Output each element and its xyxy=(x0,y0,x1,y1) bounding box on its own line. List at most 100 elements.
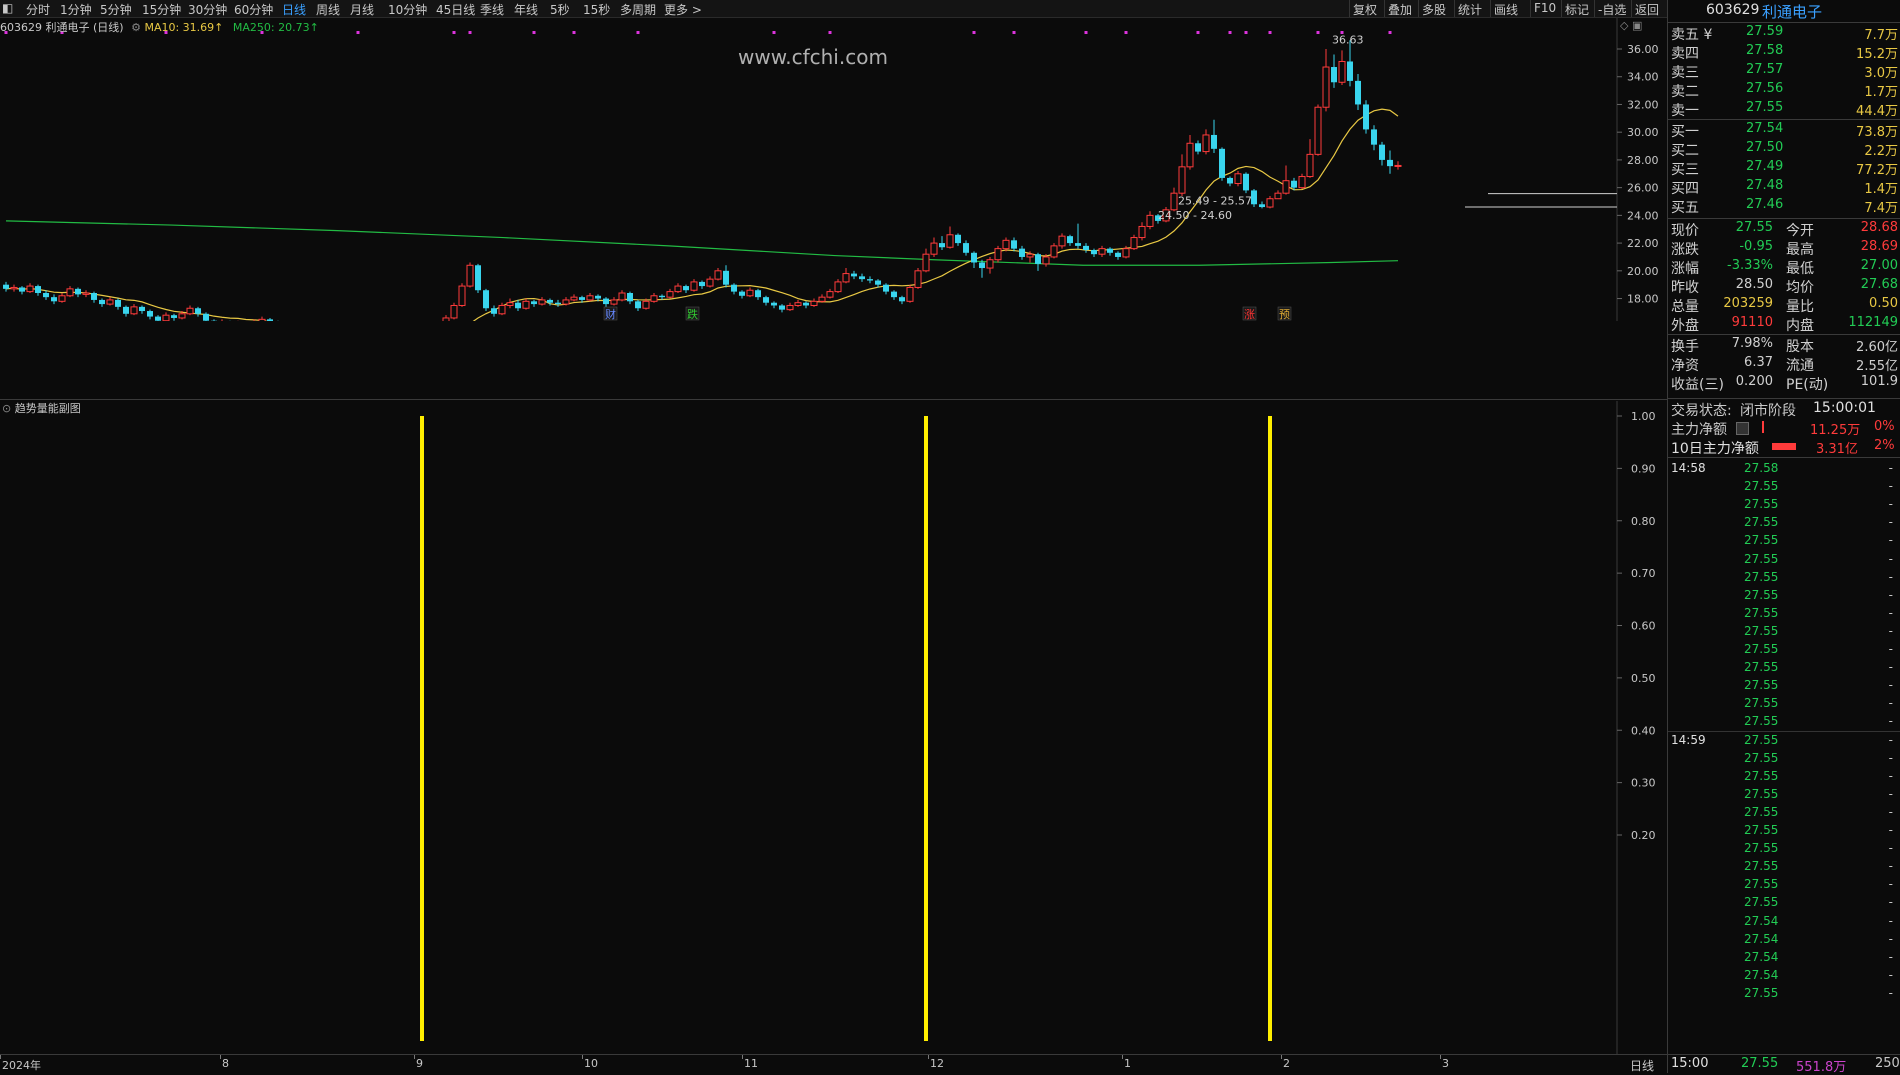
stat-value: 27.55 xyxy=(1736,220,1773,235)
tick-price: 27.55 xyxy=(1744,624,1778,638)
candle-down xyxy=(1115,253,1121,257)
tick-price: 27.54 xyxy=(1744,914,1778,928)
ask-row[interactable]: 卖五 ¥27.597.7万 xyxy=(1668,24,1900,42)
event-marker[interactable]: 预 xyxy=(1278,307,1291,321)
period-tab[interactable]: 45日线 xyxy=(436,1,475,18)
candle-up xyxy=(1027,254,1033,257)
candle-down xyxy=(683,286,689,290)
period-tab[interactable]: 多周期 xyxy=(620,1,656,18)
tick-price: 27.55 xyxy=(1744,769,1778,783)
tick-vol: - xyxy=(1889,841,1893,855)
ask-row[interactable]: 卖一27.5544.4万 xyxy=(1668,100,1900,118)
tick-price: 27.55 xyxy=(1744,606,1778,620)
book-volume: 15.2万 xyxy=(1856,43,1898,62)
tick-price: 27.54 xyxy=(1744,932,1778,946)
period-tab[interactable]: 分时 xyxy=(26,1,50,18)
signal-dot xyxy=(1013,31,1016,34)
signal-dot xyxy=(1389,31,1392,34)
candle-down xyxy=(659,296,665,297)
candle-down xyxy=(1067,236,1073,243)
tick-row: 27.55- xyxy=(1668,750,1900,768)
quote-header: 603629 利通电子 xyxy=(1668,0,1900,23)
candle-down xyxy=(867,279,873,280)
bid-row[interactable]: 买五27.467.4万 xyxy=(1668,197,1900,215)
volume-subchart: 1.000.900.800.700.600.500.400.300.20 xyxy=(0,401,1667,1054)
period-tab[interactable]: 周线 xyxy=(316,1,340,18)
toolbar-button[interactable]: 叠加 xyxy=(1388,1,1412,18)
signal-bar xyxy=(420,416,424,1041)
toolbar-button[interactable]: F10 xyxy=(1534,1,1556,15)
chart-corner-icons[interactable]: ◇ ▣ xyxy=(1620,19,1642,32)
candle-down xyxy=(171,315,177,318)
event-marker[interactable]: 财 xyxy=(604,307,617,321)
candle-up xyxy=(11,287,17,288)
settings-icon[interactable]: ⚙ xyxy=(131,21,141,34)
period-tab[interactable]: 5秒 xyxy=(550,1,570,18)
period-tab[interactable]: 月线 xyxy=(350,1,374,18)
bid-row[interactable]: 买一27.5473.8万 xyxy=(1668,121,1900,139)
period-label: 日线 xyxy=(1630,1057,1654,1074)
last-tick-price: 27.55 xyxy=(1741,1056,1778,1071)
candle-up xyxy=(675,286,681,292)
bid-row[interactable]: 买四27.481.4万 xyxy=(1668,178,1900,196)
period-tab[interactable]: 10分钟 xyxy=(388,1,427,18)
tick-row: 27.55- xyxy=(1668,858,1900,876)
period-tab[interactable]: 15秒 xyxy=(583,1,610,18)
period-tab[interactable]: 5分钟 xyxy=(100,1,132,18)
x-axis-label: 8 xyxy=(222,1057,229,1070)
trade-status: 交易状态: 闭市阶段 15:00:01 xyxy=(1668,400,1900,418)
book-label: 买四 xyxy=(1671,178,1699,198)
candle-down xyxy=(763,297,769,303)
signal-dot xyxy=(1125,31,1128,34)
tick-row: 14:5827.58- xyxy=(1668,460,1900,478)
toolbar-button[interactable]: 多股 xyxy=(1422,1,1446,18)
y-tick-label: 30.00 xyxy=(1627,126,1659,139)
tick-price: 27.55 xyxy=(1744,642,1778,656)
main-net-value: 11.25万 xyxy=(1810,419,1860,438)
main-net-row: 主力净额 11.25万 0% xyxy=(1668,419,1900,437)
period-tab[interactable]: 更多 > xyxy=(664,1,702,18)
book-price: 27.57 xyxy=(1746,62,1783,77)
period-tab[interactable]: 年线 xyxy=(514,1,538,18)
toolbar-button[interactable]: 返回 xyxy=(1635,1,1659,18)
candle-up xyxy=(499,305,505,313)
tick-price: 27.58 xyxy=(1744,461,1778,475)
book-volume: 3.0万 xyxy=(1864,62,1898,81)
ask-row[interactable]: 卖三27.573.0万 xyxy=(1668,62,1900,80)
candle-down xyxy=(1035,254,1041,264)
period-tab[interactable]: 30分钟 xyxy=(188,1,227,18)
tick-vol: - xyxy=(1889,660,1893,674)
toolbar-button[interactable]: 画线 xyxy=(1494,1,1518,18)
candle-down xyxy=(859,276,865,279)
ask-row[interactable]: 卖二27.561.7万 xyxy=(1668,81,1900,99)
tick-price: 27.55 xyxy=(1744,515,1778,529)
candle-down xyxy=(779,305,785,309)
candle-up xyxy=(1339,61,1345,82)
period-tab[interactable]: 60分钟 xyxy=(234,1,273,18)
toolbar-button[interactable]: 复权 xyxy=(1353,1,1377,18)
period-tab[interactable]: 季线 xyxy=(480,1,504,18)
toggle-panel-icon[interactable]: ◧ xyxy=(2,1,13,15)
period-tab[interactable]: 1分钟 xyxy=(60,1,92,18)
period-tab[interactable]: 日线 xyxy=(282,1,306,18)
toolbar-separator xyxy=(1454,0,1455,17)
stat-row: 换手7.98%股本2.60亿 xyxy=(1668,336,1900,354)
bid-row[interactable]: 买三27.4977.2万 xyxy=(1668,159,1900,177)
stat-value: 27.68 xyxy=(1861,277,1898,292)
event-marker[interactable]: 涨 xyxy=(1243,307,1256,321)
candle-down xyxy=(1091,250,1097,254)
toolbar-button[interactable]: 标记 xyxy=(1565,1,1589,18)
period-tab[interactable]: 15分钟 xyxy=(142,1,181,18)
tick-price: 27.55 xyxy=(1744,497,1778,511)
event-marker-label: 跌 xyxy=(687,307,698,321)
candle-up xyxy=(83,293,89,294)
stock-name[interactable]: 利通电子 xyxy=(1762,1,1822,22)
x-axis-label: 3 xyxy=(1442,1057,1449,1070)
ask-row[interactable]: 卖四27.5815.2万 xyxy=(1668,43,1900,61)
toolbar-button[interactable]: -自选 xyxy=(1598,1,1626,18)
stat-label: 涨幅 xyxy=(1671,258,1699,278)
candle-down xyxy=(875,281,881,285)
event-marker[interactable]: 跌 xyxy=(686,307,699,321)
bid-row[interactable]: 买二27.502.2万 xyxy=(1668,140,1900,158)
toolbar-button[interactable]: 统计 xyxy=(1458,1,1482,18)
